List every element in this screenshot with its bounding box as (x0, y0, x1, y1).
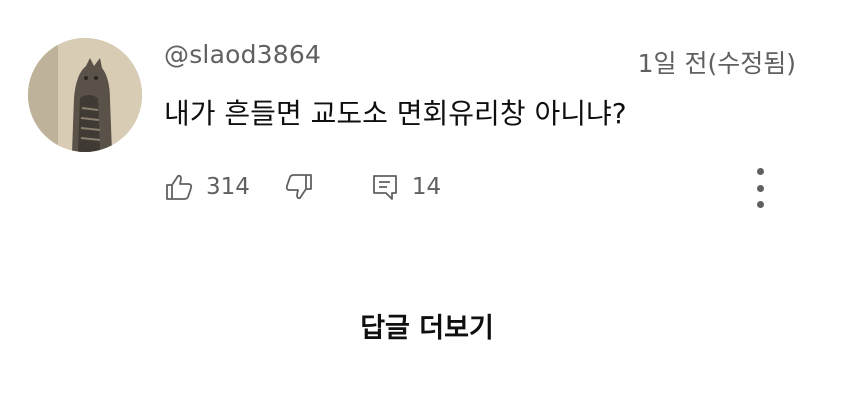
comment-text: 내가 흔들면 교도소 면회유리창 아니냐? (164, 97, 627, 130)
more-options-button[interactable] (749, 168, 771, 208)
cat-photo-avatar-icon (28, 38, 142, 152)
more-vertical-icon-dot (756, 168, 764, 175)
like-button[interactable]: 314 (164, 172, 250, 202)
comment-timestamp: 1일 전(수정됨) (637, 49, 796, 78)
comment-actions: 314 14 (164, 168, 441, 206)
comment-username[interactable]: @slaod3864 (164, 40, 321, 69)
reply-comment-icon (373, 175, 397, 200)
reply-count: 14 (411, 174, 442, 200)
thumbs-down-icon (285, 174, 312, 200)
thumbs-up-icon (166, 174, 193, 200)
more-vertical-icon-dot (756, 184, 764, 192)
more-vertical-icon-dot (756, 201, 764, 208)
dislike-button[interactable] (284, 172, 314, 202)
like-count: 314 (206, 174, 250, 200)
reply-button[interactable]: 14 (370, 172, 441, 202)
avatar[interactable] (28, 38, 142, 152)
more-replies-button[interactable]: 답글 더보기 (0, 306, 854, 345)
